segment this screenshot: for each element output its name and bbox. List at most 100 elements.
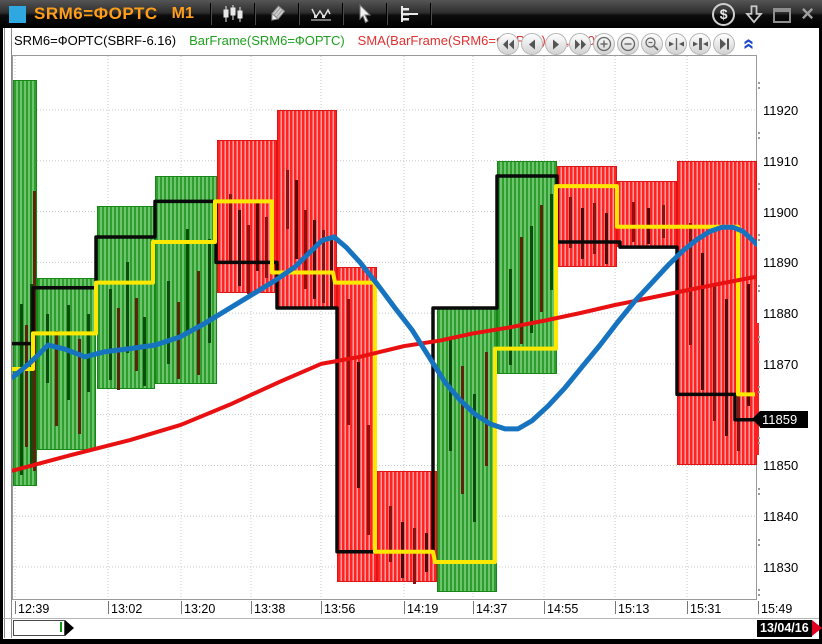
candle-wick: [46, 314, 49, 383]
time-axis-label: 14:37: [476, 602, 507, 616]
go-to-end-button[interactable]: [713, 33, 735, 55]
candle-wick: [520, 237, 523, 344]
legend-instrument: SRM6=ФОРТС(SBRF-6.16): [14, 33, 176, 51]
frame-up: [97, 206, 155, 389]
zoom-out-button[interactable]: [617, 33, 639, 55]
candle-wick: [725, 299, 728, 436]
candle-wick: [247, 225, 250, 294]
candle-wick: [550, 194, 553, 290]
zoom-auto-button[interactable]: [641, 33, 663, 55]
chart-plot-area[interactable]: [12, 55, 757, 600]
time-axis-label: 14:19: [407, 602, 438, 616]
horizontal-scrollbar-thumb[interactable]: [13, 620, 65, 636]
candle-wick: [167, 281, 170, 364]
candle-wick: [647, 208, 650, 244]
candle-wick: [747, 284, 750, 406]
legend-barframe: BarFrame(SRM6=ФОРТС): [189, 33, 345, 51]
candle-wick: [689, 223, 692, 345]
candle-wick: [632, 202, 635, 242]
time-axis-tick: [544, 601, 545, 614]
time-axis-tick: [758, 601, 759, 614]
frame-down: [217, 140, 277, 292]
candle-wick: [713, 284, 716, 421]
candle-wick: [55, 331, 58, 426]
time-axis-label: 13:02: [111, 602, 142, 616]
candle-wick: [461, 366, 464, 494]
candle-wick: [304, 210, 307, 289]
pencil-icon[interactable]: [262, 2, 292, 26]
cursor-icon[interactable]: [350, 2, 380, 26]
compress-price-button[interactable]: [689, 33, 711, 55]
price-axis-label: 11880: [763, 306, 798, 321]
axis-separator: [3, 618, 819, 619]
candle-wick: [389, 506, 392, 562]
separator: [386, 3, 388, 25]
dollar-icon[interactable]: $: [712, 3, 735, 26]
candle-wick: [177, 302, 180, 379]
separator: [254, 3, 256, 25]
candle-wick: [143, 317, 146, 386]
download-arrow-icon[interactable]: [745, 5, 763, 24]
candle-wick: [229, 194, 232, 263]
window-title: SRM6=ФОРТС: [34, 4, 158, 24]
candle-wick: [737, 314, 740, 451]
candle-wick: [593, 203, 596, 254]
app-icon: [9, 6, 26, 23]
price-minor-tick: [758, 589, 762, 596]
separator: [342, 3, 344, 25]
time-axis-label: 14:55: [547, 602, 578, 616]
scroll-fast-right-button[interactable]: [569, 33, 591, 55]
time-axis-tick: [108, 601, 109, 614]
zoom-in-button[interactable]: [593, 33, 615, 55]
time-axis-tick: [615, 601, 616, 614]
separator: [210, 3, 212, 25]
left-frame-rail: [4, 28, 12, 638]
collapse-panel-icon[interactable]: «: [738, 35, 760, 53]
close-icon[interactable]: ×: [801, 4, 814, 24]
candle-wick: [540, 205, 543, 312]
scroll-fast-left-button[interactable]: [497, 33, 519, 55]
candle-wick: [425, 533, 428, 572]
candle-wick: [413, 528, 416, 584]
candle-wick: [509, 269, 512, 365]
price-axis-label: 11890: [763, 255, 798, 270]
compress-time-button[interactable]: [665, 33, 687, 55]
candle-wick: [286, 170, 289, 229]
restore-icon[interactable]: [773, 8, 791, 23]
candle-wick: [33, 191, 36, 471]
price-minor-tick: [758, 539, 762, 546]
separator: [298, 3, 300, 25]
price-axis-label: 11870: [763, 357, 798, 372]
price-axis-label: 11920: [763, 103, 798, 118]
time-axis-label: 12:39: [18, 602, 49, 616]
scroll-left-button[interactable]: [521, 33, 543, 55]
time-axis-tick: [687, 601, 688, 614]
candle-wick: [581, 208, 584, 259]
price-minor-tick: [758, 336, 762, 343]
price-minor-tick: [758, 82, 762, 89]
candle-wick: [238, 210, 241, 286]
frame-down: [377, 471, 437, 583]
zigzag-icon[interactable]: [306, 2, 336, 26]
scroll-right-button[interactable]: [545, 33, 567, 55]
candle-wick: [25, 325, 28, 447]
candle-wick: [605, 213, 608, 264]
scroll-arrow-icon[interactable]: [65, 620, 74, 636]
price-minor-tick: [758, 234, 762, 241]
date-badge: 13/04/16: [757, 620, 812, 637]
price-axis-label: 11830: [763, 560, 798, 575]
candle-wick: [117, 308, 120, 390]
frame-down: [677, 161, 757, 466]
candle-wick: [530, 226, 533, 333]
candle-wick: [473, 394, 476, 522]
time-axis-label: 13:38: [254, 602, 285, 616]
candle-wick: [295, 180, 298, 259]
candle-wick: [330, 240, 333, 309]
price-axis-label: 11850: [763, 458, 798, 473]
frame-up: [155, 176, 217, 384]
candle-wick: [569, 197, 572, 248]
candles-icon[interactable]: [218, 2, 248, 26]
frame-down: [277, 110, 337, 308]
levels-icon[interactable]: [394, 2, 424, 26]
frame-down: [557, 166, 617, 268]
